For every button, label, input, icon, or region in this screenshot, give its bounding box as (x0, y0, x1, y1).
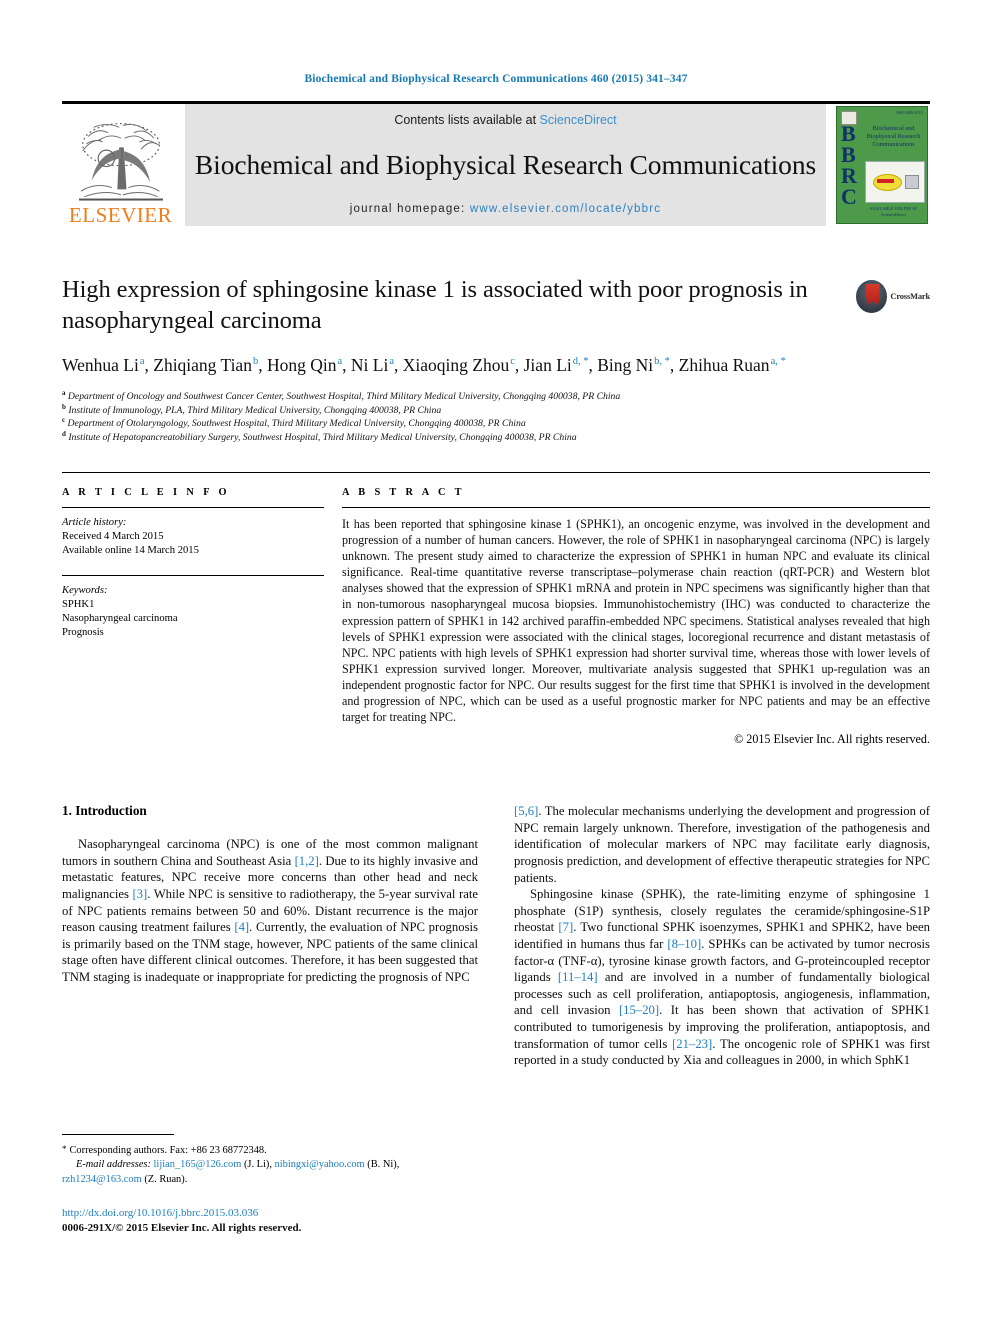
elsevier-wordmark: ELSEVIER (68, 203, 173, 227)
abstract-text: It has been reported that sphingosine ki… (342, 517, 930, 725)
masthead-center: Contents lists available at ScienceDirec… (185, 104, 826, 226)
citation-ref[interactable]: [5,6] (514, 804, 538, 818)
author-affil-marker: a, * (770, 356, 786, 368)
author-item: Wenhua Lia, (62, 355, 154, 375)
running-head: Biochemical and Biophysical Research Com… (304, 73, 688, 85)
author-item: Bing Nib, *, (597, 355, 679, 375)
email-addresses-note: E-mail addresses: lijian_165@126.com (J.… (62, 1159, 400, 1185)
email-owner: (J. Li) (243, 1159, 270, 1171)
citation-ref[interactable]: [1,2] (295, 854, 319, 868)
author-item: Zhiqiang Tianb, (153, 355, 267, 375)
body-columns: 1. Introduction Nasopharyngeal carcinoma… (62, 803, 930, 1069)
article-history-item: Available online 14 March 2015 (62, 545, 199, 557)
info-abstract-band: A R T I C L E I N F O Article history: R… (62, 472, 930, 747)
email-link[interactable]: rzh1234@163.com (62, 1174, 142, 1185)
author-item: Hong Qina, (266, 355, 351, 375)
citation-ref[interactable]: [7] (558, 920, 573, 934)
cover-issn: ISSN 0006-291X (896, 111, 923, 115)
crossmark-icon (856, 279, 888, 313)
affiliation-item: b Institute of Immunology, PLA, Third Mi… (62, 402, 442, 416)
keyword-item: Prognosis (62, 627, 104, 639)
author-item: Zhihua Ruana, * (678, 355, 786, 375)
affiliation-item: a Department of Oncology and Southwest C… (62, 388, 621, 402)
elsevier-logo: ELSEVIER (62, 104, 179, 226)
email-link[interactable]: lijian_165@126.com (154, 1159, 242, 1170)
journal-masthead: ELSEVIER Contents lists available at Sci… (62, 101, 930, 226)
journal-homepage-line: journal homepage: www.elsevier.com/locat… (350, 203, 661, 215)
keywords-block: Keywords: SPHK1 Nasopharyngeal carcinoma… (62, 584, 324, 641)
author-item: Ni Lia, (350, 355, 403, 375)
affiliation-key: a (62, 388, 66, 397)
contents-prefix: Contents lists available at (394, 113, 540, 127)
homepage-prefix: journal homepage: (349, 203, 470, 215)
corresponding-author-note: * Corresponding authors. Fax: +86 23 6877… (62, 1144, 267, 1156)
author-affil-marker: b, * (654, 356, 670, 368)
elsevier-tree-icon (78, 123, 163, 201)
abstract-heading: A B S T R A C T (342, 487, 465, 498)
email-label: E-mail addresses: (76, 1159, 151, 1171)
affiliation-key: d (62, 429, 66, 438)
contents-line: Contents lists available at ScienceDirec… (394, 113, 616, 127)
journal-cover-thumbnail: ISSN 0006-291X BBRC Biochemical and Biop… (834, 104, 930, 226)
citation-ref[interactable]: [11–14] (558, 970, 598, 984)
cover-bbrc-letters: BBRC (841, 121, 857, 209)
article-history-block: Article history: Received 4 March 2015 A… (62, 516, 324, 559)
asterisk-icon: * (62, 1144, 67, 1154)
cover-footer-text: AVAILABLE ONLINE AT ScienceDirect (869, 206, 918, 217)
footnote-block: * Corresponding authors. Fax: +86 23 6877… (62, 1134, 478, 1236)
paragraph: Nasopharyngeal carcinoma (NPC) is one of… (62, 837, 478, 984)
cover-figure-arrow (877, 179, 894, 183)
body-left-column: 1. Introduction Nasopharyngeal carcinoma… (62, 803, 478, 1069)
affiliation-item: c Department of Otolaryngology, Southwes… (62, 415, 526, 429)
abstract-copyright: © 2015 Elsevier Inc. All rights reserved… (734, 732, 930, 747)
doi-block: http://dx.doi.org/10.1016/j.bbrc.2015.03… (62, 1206, 478, 1236)
paragraph: Sphingosine kinase (SPHK), the rate-limi… (514, 887, 930, 1068)
article-info-column: A R T I C L E I N F O Article history: R… (62, 487, 324, 747)
article-info-heading: A R T I C L E I N F O (62, 487, 230, 498)
paper-page: Biochemical and Biophysical Research Com… (0, 0, 992, 1323)
article-history-item: Received 4 March 2015 (62, 531, 164, 543)
cover-figure-box (905, 175, 919, 189)
section-heading-introduction: 1. Introduction (62, 803, 147, 819)
affiliation-key: b (62, 402, 66, 411)
doi-link[interactable]: http://dx.doi.org/10.1016/j.bbrc.2015.03… (62, 1206, 478, 1221)
author-affil-marker: d, * (572, 356, 589, 368)
author-list: Wenhua Lia, Zhiqiang Tianb, Hong Qina, N… (62, 353, 852, 377)
homepage-url-link[interactable]: www.elsevier.com/locate/ybbrc (470, 203, 661, 215)
affiliation-item: d Institute of Hepatopancreatobiliary Su… (62, 429, 577, 443)
citation-ref[interactable]: [8–10] (667, 937, 701, 951)
keywords-label: Keywords: (62, 584, 108, 596)
affiliation-key: c (62, 415, 66, 424)
page-title: High expression of sphingosine kinase 1 … (62, 276, 808, 334)
footnote-divider (62, 1134, 174, 1135)
issn-copyright-line: 0006-291X/© 2015 Elsevier Inc. All right… (62, 1222, 302, 1235)
email-link[interactable]: nibingxi@yahoo.com (275, 1159, 365, 1170)
citation-ref[interactable]: [21–23] (672, 1037, 712, 1051)
citation-ref[interactable]: [15–20] (619, 1003, 659, 1017)
cover-journal-title: Biochemical and Biophysical Research Com… (866, 125, 921, 148)
divider (342, 507, 930, 508)
crossmark-badge-group[interactable]: CrossMark (856, 276, 930, 316)
author-item: Jian Lid, *, (523, 355, 598, 375)
crossmark-label: CrossMark (890, 291, 930, 301)
author-item: Xiaoqing Zhouc, (402, 355, 524, 375)
title-block: High expression of sphingosine kinase 1 … (62, 274, 930, 444)
email-owner: (B. Ni) (367, 1159, 397, 1171)
abstract-column: A B S T R A C T It has been reported tha… (342, 487, 930, 747)
citation-ref[interactable]: [4] (234, 920, 249, 934)
journal-title: Biochemical and Biophysical Research Com… (194, 149, 817, 180)
keyword-item: Nasopharyngeal carcinoma (62, 613, 178, 625)
divider (62, 507, 324, 508)
cover-figure (865, 161, 925, 203)
keyword-item: SPHK1 (62, 598, 95, 610)
email-owner: (Z. Ruan) (144, 1173, 185, 1185)
article-history-label: Article history: (62, 517, 127, 528)
affiliation-list: a Department of Oncology and Southwest C… (62, 388, 930, 444)
sciencedirect-link[interactable]: ScienceDirect (540, 113, 617, 127)
divider (62, 574, 324, 576)
citation-ref[interactable]: [3] (132, 887, 147, 901)
body-right-column: [5,6]. The molecular mechanisms underlyi… (514, 803, 930, 1069)
paragraph: [5,6]. The molecular mechanisms underlyi… (514, 804, 930, 885)
